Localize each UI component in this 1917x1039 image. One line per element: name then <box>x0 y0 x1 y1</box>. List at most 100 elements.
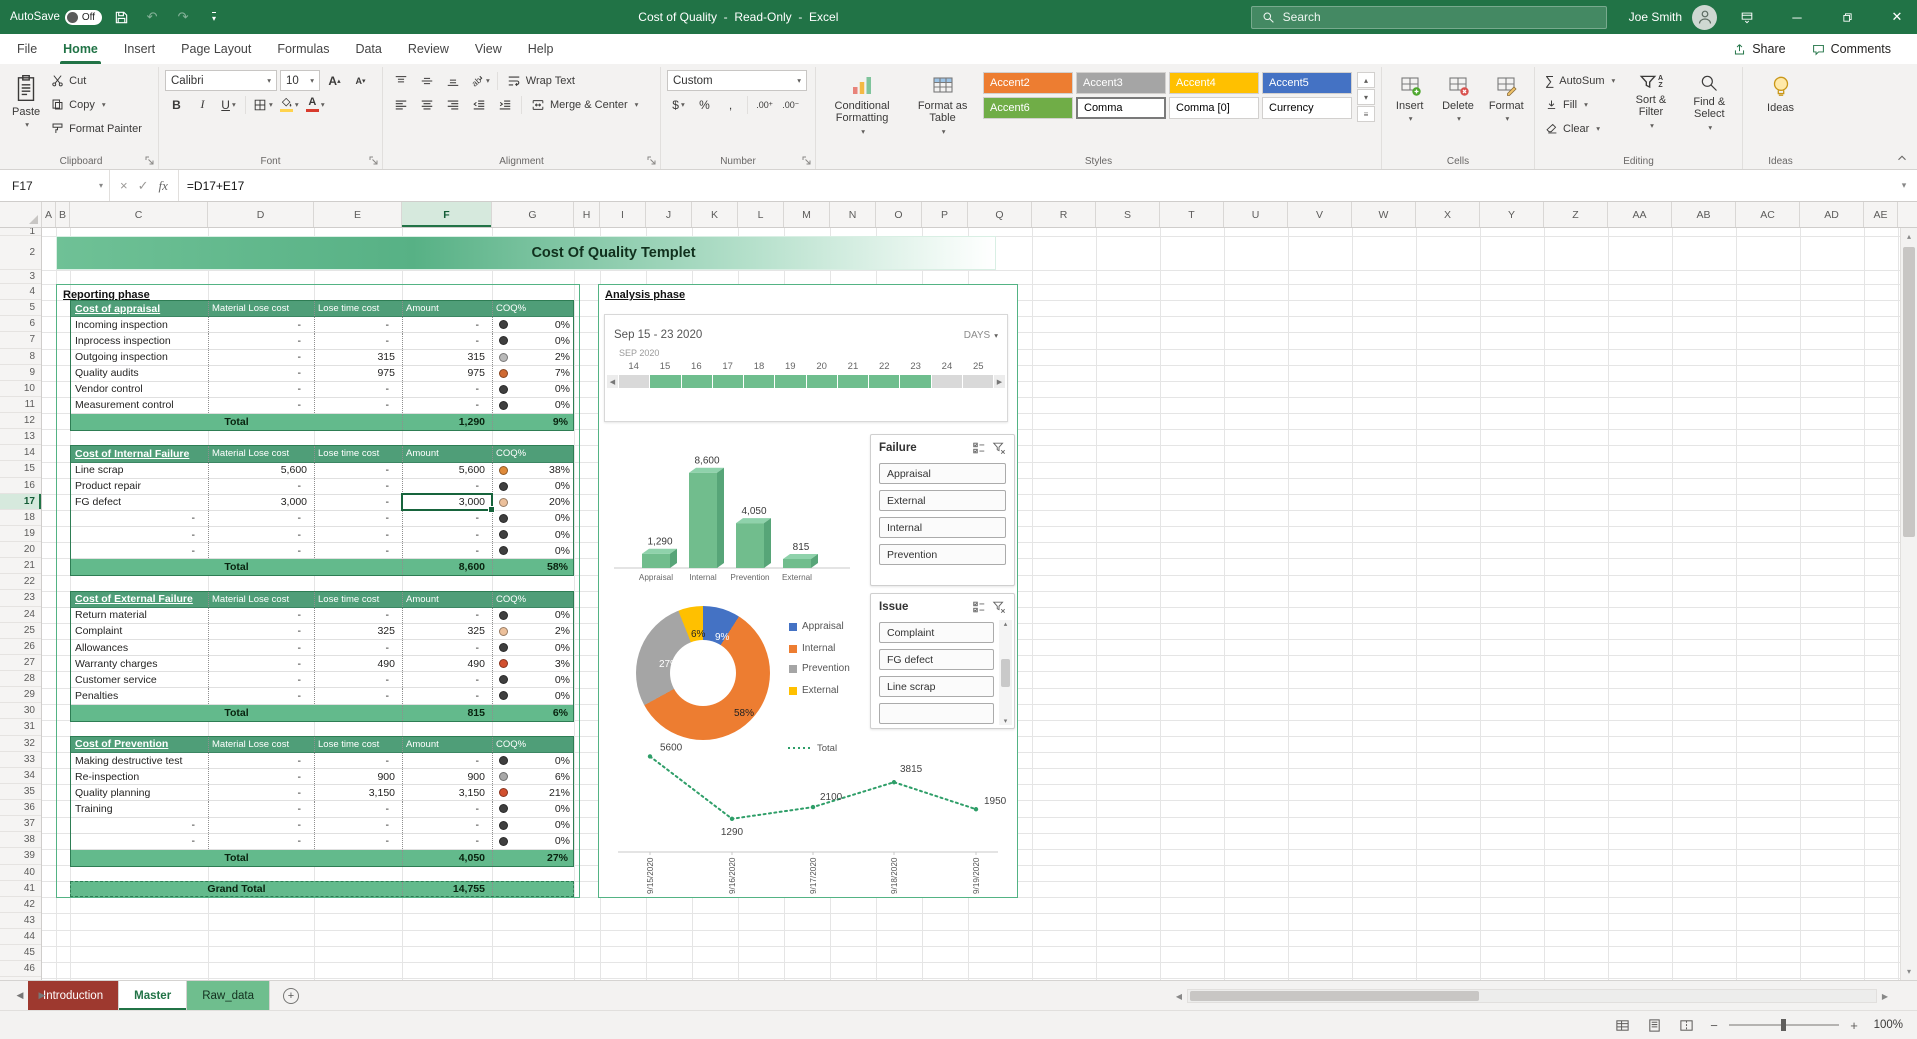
row-label-cell[interactable]: - <box>71 834 209 849</box>
column-header-O[interactable]: O <box>876 202 922 227</box>
coq-cell[interactable]: 0% <box>493 640 575 655</box>
lose-time-cell[interactable]: 3,150 <box>315 785 403 800</box>
column-header-R[interactable]: R <box>1032 202 1096 227</box>
column-header-N[interactable]: N <box>830 202 876 227</box>
name-box[interactable]: F17▾ <box>0 170 110 201</box>
coq-cell[interactable]: 0% <box>493 398 575 413</box>
timeline-segment-19[interactable] <box>775 375 805 388</box>
column-header-AE[interactable]: AE <box>1864 202 1898 227</box>
cell-style-accent2[interactable]: Accent2 <box>983 72 1073 94</box>
row-header-38[interactable]: 38 <box>0 832 41 848</box>
lose-time-cell[interactable]: - <box>315 495 403 510</box>
row-header-34[interactable]: 34 <box>0 768 41 784</box>
timeline-day-22[interactable]: 22 <box>869 361 900 372</box>
gallery-up-button[interactable]: ▴ <box>1357 72 1375 88</box>
row-label-cell[interactable]: Warranty charges <box>71 656 209 671</box>
scroll-up-icon[interactable]: ▴ <box>1004 620 1008 628</box>
coq-cell[interactable]: 0% <box>493 479 575 494</box>
column-header-K[interactable]: K <box>692 202 738 227</box>
row-header-3[interactable]: 3 <box>0 270 41 284</box>
row-label-cell[interactable]: Quality planning <box>71 785 209 800</box>
accounting-format-button[interactable]: $▾ <box>667 94 690 115</box>
alignment-dialog-launcher[interactable] <box>647 156 657 166</box>
coq-cell[interactable]: 38% <box>493 463 575 478</box>
coq-cell[interactable]: 0% <box>493 753 575 768</box>
row-label-cell[interactable]: Allowances <box>71 640 209 655</box>
lose-time-cell[interactable]: - <box>315 640 403 655</box>
slicer-item-internal[interactable]: Internal <box>879 517 1006 538</box>
timeline-slicer[interactable]: Sep 15 - 23 2020 DAYS▾ SEP 2020 14151617… <box>604 314 1008 422</box>
amount-cell[interactable]: - <box>403 398 493 413</box>
comma-style-button[interactable]: , <box>719 94 742 115</box>
cells-area[interactable]: Cost Of Quality Templet Reporting phase … <box>42 228 1900 980</box>
redo-button[interactable]: ↷ <box>171 5 195 29</box>
row-header-30[interactable]: 30 <box>0 703 41 719</box>
horizontal-scroll-track[interactable] <box>1187 989 1877 1003</box>
column-header-X[interactable]: X <box>1416 202 1480 227</box>
lose-time-cell[interactable]: - <box>315 527 403 542</box>
material-cost-cell[interactable]: - <box>209 753 315 768</box>
cell-style-accent5[interactable]: Accent5 <box>1262 72 1352 94</box>
lose-time-cell[interactable]: - <box>315 672 403 687</box>
row-header-12[interactable]: 12 <box>0 413 41 429</box>
cell-style-comma[interactable]: Comma <box>1076 97 1166 119</box>
align-right-button[interactable] <box>441 94 464 115</box>
clipboard-dialog-launcher[interactable] <box>145 156 155 166</box>
timeline-segment-14[interactable] <box>619 375 649 388</box>
lose-time-cell[interactable]: - <box>315 608 403 623</box>
gallery-more-button[interactable]: ≡ <box>1357 106 1375 122</box>
material-cost-cell[interactable]: 5,600 <box>209 463 315 478</box>
row-header-19[interactable]: 19 <box>0 526 41 542</box>
row-header-24[interactable]: 24 <box>0 607 41 623</box>
timeline-day-19[interactable]: 19 <box>775 361 806 372</box>
column-header-A[interactable]: A <box>42 202 56 227</box>
horizontal-scrollbar[interactable]: ◀ ▶ <box>1171 986 1893 1006</box>
column-header-AD[interactable]: AD <box>1800 202 1864 227</box>
amount-cell[interactable]: - <box>403 753 493 768</box>
row-header-25[interactable]: 25 <box>0 623 41 639</box>
fill-button[interactable]: Fill▾ <box>1541 94 1619 115</box>
number-dialog-launcher[interactable] <box>802 156 812 166</box>
increase-decimal-button[interactable]: .00+ <box>753 94 776 115</box>
horizontal-scroll-thumb[interactable] <box>1190 991 1479 1001</box>
scroll-down-icon[interactable]: ▾ <box>1901 963 1917 980</box>
save-button[interactable] <box>109 5 133 29</box>
minimize-button[interactable]: ─ <box>1777 0 1817 34</box>
column-header-I[interactable]: I <box>600 202 646 227</box>
row-header-16[interactable]: 16 <box>0 478 41 494</box>
coq-cell[interactable]: 0% <box>493 834 575 849</box>
formula-bar-expand-button[interactable]: ▾ <box>1891 170 1917 201</box>
copy-button[interactable]: Copy▾ <box>47 94 146 115</box>
amount-cell[interactable]: - <box>403 511 493 526</box>
increase-indent-button[interactable] <box>493 94 516 115</box>
multi-select-icon[interactable] <box>970 440 988 456</box>
timeline-segment-22[interactable] <box>869 375 899 388</box>
coq-cell[interactable]: 20% <box>493 495 575 510</box>
ideas-button[interactable]: Ideas <box>1753 70 1809 153</box>
row-header-46[interactable]: 46 <box>0 961 41 977</box>
timeline-segment-21[interactable] <box>838 375 868 388</box>
row-label-cell[interactable]: Product repair <box>71 479 209 494</box>
column-header-F[interactable]: F <box>402 202 492 227</box>
slicer-item-complaint[interactable]: Complaint <box>879 622 994 643</box>
column-header-Z[interactable]: Z <box>1544 202 1608 227</box>
lose-time-cell[interactable]: - <box>315 753 403 768</box>
timeline-day-17[interactable]: 17 <box>712 361 743 372</box>
material-cost-cell[interactable]: - <box>209 640 315 655</box>
material-cost-cell[interactable]: - <box>209 333 315 348</box>
format-painter-button[interactable]: Format Painter <box>47 118 146 139</box>
row-label-cell[interactable]: Line scrap <box>71 463 209 478</box>
slicer-item-prevention[interactable]: Prevention <box>879 544 1006 565</box>
material-cost-cell[interactable]: - <box>209 543 315 558</box>
row-header-43[interactable]: 43 <box>0 913 41 929</box>
insert-cells-button[interactable]: Insert▾ <box>1388 70 1431 153</box>
number-format-select[interactable]: Custom▾ <box>667 70 807 91</box>
row-header-31[interactable]: 31 <box>0 719 41 735</box>
row-header-36[interactable]: 36 <box>0 800 41 816</box>
timeline-segment-17[interactable] <box>713 375 743 388</box>
decrease-indent-button[interactable] <box>467 94 490 115</box>
row-header-22[interactable]: 22 <box>0 574 41 590</box>
timeline-granularity-dropdown[interactable]: DAYS▾ <box>964 330 998 341</box>
lose-time-cell[interactable]: 490 <box>315 656 403 671</box>
row-header-15[interactable]: 15 <box>0 461 41 477</box>
